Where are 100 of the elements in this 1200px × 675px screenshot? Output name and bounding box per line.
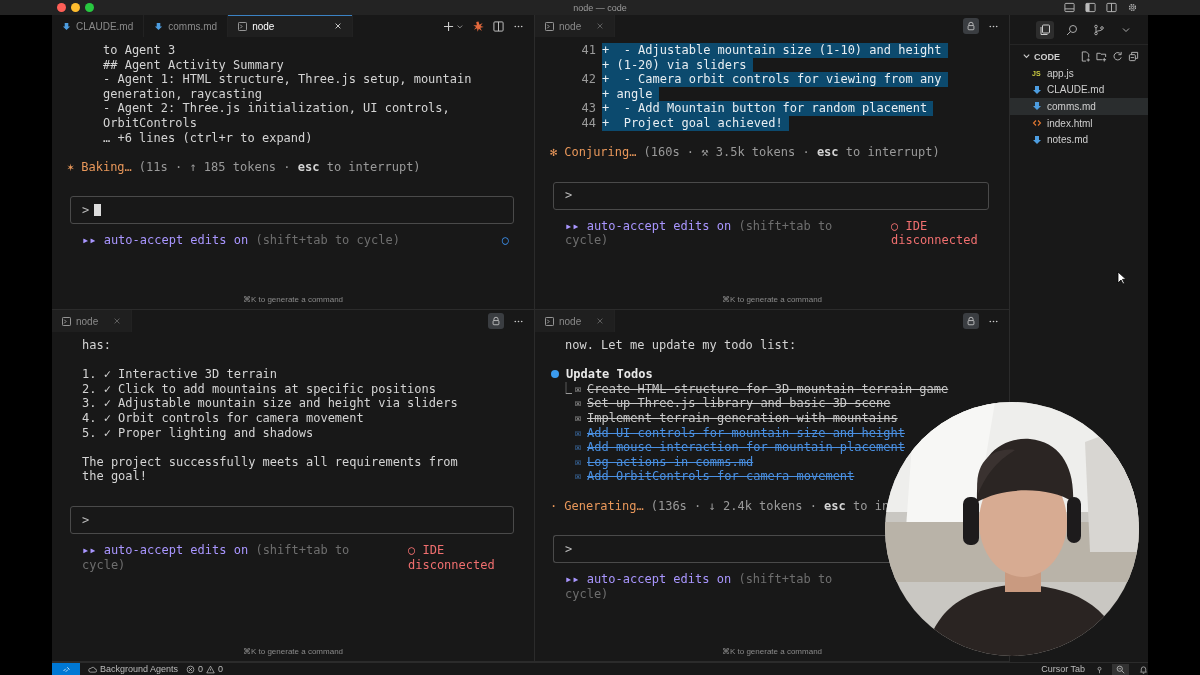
command-hint: ⌘K to generate a command [721,295,823,305]
todo-item: Set up Three.js library and basic 3D scene [587,396,891,411]
ide-status: ○ IDE disconnected [408,542,496,573]
prompt-input[interactable]: > [553,181,989,210]
line-number: 42 [580,72,597,87]
new-terminal-icon[interactable] [444,20,464,32]
output-line: ## Agent Activity Summary [102,57,285,73]
prompt-input[interactable]: > [553,535,891,564]
lock-icon [966,21,976,31]
zoom-out-icon [1116,664,1125,674]
editor-tab[interactable]: node [535,310,615,332]
output-line: 4. ✓ Orbit controls for camera movement [81,410,365,426]
close-icon[interactable] [334,22,343,30]
files-button[interactable] [1036,21,1054,39]
command-hint: ⌘K to generate a command [242,295,344,305]
output-line: to Agent 3 [102,43,177,58]
files-icon [1039,24,1051,36]
burst-icon[interactable] [473,20,484,32]
status-verb: Conjuring… [564,145,637,160]
new-file-icon[interactable] [1080,51,1091,62]
window-title: node — code [573,2,627,13]
ide-status: ○ IDE disconnected [891,218,979,248]
output-line: OrbitControls [102,115,198,131]
markdown-icon [154,21,164,31]
problems-button[interactable]: 0 0 [186,664,224,674]
minimize-window-button[interactable] [71,3,80,12]
markdown-icon [62,21,71,31]
output-line: … +6 lines (ctrl+r to expand) [102,130,314,146]
refresh-icon[interactable] [1112,51,1123,62]
branch-icon [1093,24,1105,36]
output-line: generation, raycasting [102,86,263,102]
todo-item: Add UI controls for mountain size and height [587,425,905,441]
remote-icon [61,664,71,674]
file-item[interactable]: CLAUDE.md [1010,81,1148,99]
status-verb: Baking… [81,159,132,174]
chevron-icon [1022,52,1031,61]
line-number: 41 [580,43,597,58]
terminal-icon [545,21,554,31]
lock-icon [966,316,976,326]
prompt-input[interactable]: > [70,196,514,225]
command-hint: ⌘K to generate a command [242,647,344,657]
file-item[interactable]: index.html [1010,114,1148,132]
line-number: 43 [580,101,597,116]
prompt-input[interactable]: > [70,505,514,534]
output-line: 5. ✓ Proper lighting and shadows [81,425,315,441]
mode-indicator: ▸▸ auto-accept edits on (shift+tab to cycle) [565,572,834,602]
new-folder-icon[interactable] [1096,51,1107,62]
output-line: The project successfully meets all requirements from [81,454,459,470]
status-verb: Generating… [564,498,644,513]
lock-button[interactable] [488,313,504,329]
split-layout-icon[interactable] [1106,2,1117,13]
zoom-out-button[interactable] [1112,663,1129,675]
terminal-icon [62,316,71,326]
terminal-icon [545,316,554,326]
background-agents-button[interactable]: Background Agents [88,664,179,674]
mouse-pointer-icon [1117,271,1127,285]
spinner-glyph: ✶ [67,159,75,174]
close-window-button[interactable] [57,3,66,12]
output-line: - Agent 2: Three.js initialization, UI controls, [102,101,451,116]
lock-button[interactable] [963,18,979,34]
file-item[interactable]: comms.md [1010,98,1148,115]
zoom-window-button[interactable] [85,3,94,12]
todo-item: Create HTML structure for 3D mountain terrain game [587,381,949,397]
output-line: has: [81,338,112,353]
cursor-tab-button[interactable]: Cursor Tab [1041,664,1085,674]
editor-tab[interactable]: CLAUDE.md [52,15,145,37]
bell-icon[interactable] [1139,664,1148,674]
lock-button[interactable] [963,313,979,329]
editor-tab[interactable]: node [228,15,354,37]
editor-tab[interactable]: node [52,310,132,332]
todo-item: Add OrbitControls for camera movement [587,469,855,484]
output-line: the goal! [81,469,149,484]
output-line: 2. ✓ Click to add mountains at specific positions [81,381,437,397]
spinner-glyph: · [550,498,558,513]
folder-header[interactable]: CODE [1010,48,1148,65]
tree-connector: ⎿ [560,381,572,396]
settings-icon[interactable] [1127,2,1138,13]
output-line: - Agent 1: HTML structure, Three.js setup, mountain [102,72,473,87]
status-detail: (11s · ↑ 185 tokens · esc to interrupt) [138,159,421,174]
markdown-icon [1032,84,1042,95]
sidebar-toggle-icon[interactable] [1064,2,1075,13]
status-detail: (160s · ⚒ 3.5k tokens · esc to interrupt) [643,145,940,160]
panel-toggle-icon[interactable] [1085,2,1096,13]
markdown-icon [1032,101,1042,112]
location-pin-icon[interactable] [1095,664,1104,674]
tool-title: Update Todos [566,367,653,382]
output-line: 3. ✓ Adjustable mountain size and height via sliders [81,396,459,411]
file-item[interactable]: notes.md [1010,131,1148,148]
search-icon [1066,24,1078,36]
collapse-all-icon[interactable] [1128,51,1139,62]
output-line: now. Let me update my todo list: [564,338,798,353]
split-editor-icon[interactable] [493,20,504,32]
lock-icon [491,316,501,326]
editor-tab[interactable]: node [535,15,615,37]
remote-button[interactable] [52,662,80,675]
mode-indicator: ▸▸ auto-accept edits on (shift+tab to cycle) [82,233,401,248]
command-hint: ⌘K to generate a command [721,647,823,657]
ide-status: ○ [501,233,509,248]
terminal-icon [238,21,248,31]
line-number: 44 [580,115,597,131]
